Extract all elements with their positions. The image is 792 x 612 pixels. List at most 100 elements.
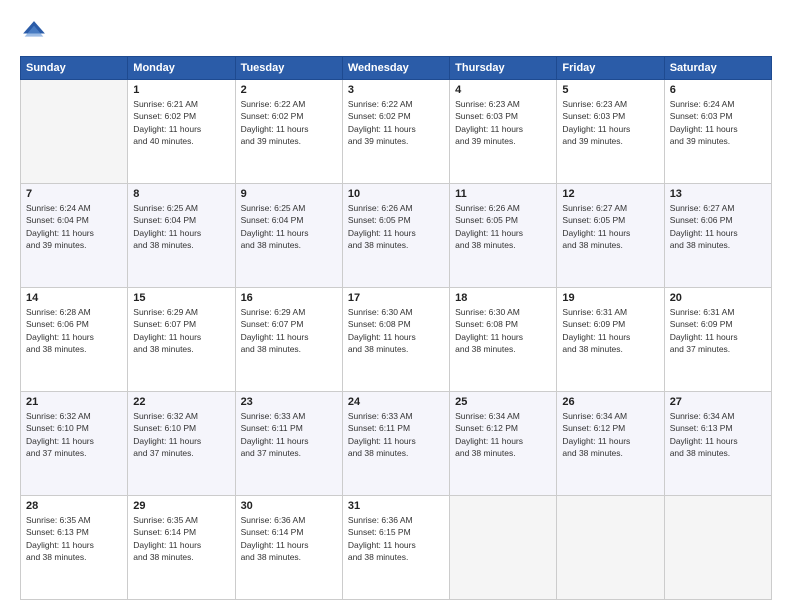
cell-date: 3 <box>348 84 444 96</box>
cell-info: Sunrise: 6:23 AM Sunset: 6:03 PM Dayligh… <box>562 98 658 147</box>
weekday-header: Thursday <box>450 57 557 80</box>
cell-info: Sunrise: 6:29 AM Sunset: 6:07 PM Dayligh… <box>241 306 337 355</box>
cell-date: 2 <box>241 84 337 96</box>
calendar-cell: 3Sunrise: 6:22 AM Sunset: 6:02 PM Daylig… <box>342 80 449 184</box>
cell-date: 25 <box>455 396 551 408</box>
calendar-cell: 28Sunrise: 6:35 AM Sunset: 6:13 PM Dayli… <box>21 496 128 600</box>
calendar-cell: 31 Sunrise: 6:36 AM Sunset: 6:15 PM Dayli… <box>342 496 449 600</box>
cell-info: Sunrise: 6:26 AM Sunset: 6:05 PM Dayligh… <box>455 202 551 251</box>
cell-info: Sunrise: 6:22 AM Sunset: 6:02 PM Dayligh… <box>241 98 337 147</box>
weekday-header: Wednesday <box>342 57 449 80</box>
cell-date: 9 <box>241 188 337 200</box>
calendar-cell: 23Sunrise: 6:33 AM Sunset: 6:11 PM Dayli… <box>235 392 342 496</box>
calendar-cell: 9Sunrise: 6:25 AM Sunset: 6:04 PM Daylig… <box>235 184 342 288</box>
calendar-cell: 30 Sunrise: 6:36 AM Sunset: 6:14 PM Dayli… <box>235 496 342 600</box>
header <box>20 18 772 46</box>
calendar-cell: 14 Sunrise: 6:28 AM Sunset: 6:06 PM Dayli… <box>21 288 128 392</box>
calendar-cell: 18 Sunrise: 6:30 AM Sunset: 6:08 PM Dayli… <box>450 288 557 392</box>
page: SundayMondayTuesdayWednesdayThursdayFrid… <box>0 0 792 612</box>
cell-date: 5 <box>562 84 658 96</box>
calendar-cell: 15 Sunrise: 6:29 AM Sunset: 6:07 PM Dayli… <box>128 288 235 392</box>
cell-date: 19 <box>562 292 658 304</box>
cell-info: Sunrise: 6:25 AM Sunset: 6:04 PM Dayligh… <box>133 202 229 251</box>
cell-date: 28 <box>26 500 122 512</box>
cell-date: 8 <box>133 188 229 200</box>
calendar-week-row: 28Sunrise: 6:35 AM Sunset: 6:13 PM Dayli… <box>21 496 772 600</box>
cell-date: 17 <box>348 292 444 304</box>
calendar-cell: 24 Sunrise: 6:33 AM Sunset: 6:11 PM Dayli… <box>342 392 449 496</box>
cell-date: 7 <box>26 188 122 200</box>
calendar: SundayMondayTuesdayWednesdayThursdayFrid… <box>20 56 772 600</box>
cell-info: Sunrise: 6:33 AM Sunset: 6:11 PM Dayligh… <box>348 410 444 459</box>
cell-info: Sunrise: 6:36 AM Sunset: 6:14 PM Dayligh… <box>241 514 337 563</box>
calendar-cell: 21 Sunrise: 6:32 AM Sunset: 6:10 PM Dayli… <box>21 392 128 496</box>
calendar-cell: 11Sunrise: 6:26 AM Sunset: 6:05 PM Dayli… <box>450 184 557 288</box>
cell-info: Sunrise: 6:30 AM Sunset: 6:08 PM Dayligh… <box>455 306 551 355</box>
cell-date: 20 <box>670 292 766 304</box>
calendar-cell <box>557 496 664 600</box>
cell-info: Sunrise: 6:34 AM Sunset: 6:12 PM Dayligh… <box>562 410 658 459</box>
cell-date: 12 <box>562 188 658 200</box>
calendar-cell: 13 Sunrise: 6:27 AM Sunset: 6:06 PM Dayli… <box>664 184 771 288</box>
weekday-header: Friday <box>557 57 664 80</box>
calendar-cell: 5 Sunrise: 6:23 AM Sunset: 6:03 PM Daylig… <box>557 80 664 184</box>
calendar-cell: 27 Sunrise: 6:34 AM Sunset: 6:13 PM Dayli… <box>664 392 771 496</box>
cell-date: 31 <box>348 500 444 512</box>
calendar-cell: 8 Sunrise: 6:25 AM Sunset: 6:04 PM Daylig… <box>128 184 235 288</box>
cell-info: Sunrise: 6:31 AM Sunset: 6:09 PM Dayligh… <box>562 306 658 355</box>
cell-date: 15 <box>133 292 229 304</box>
cell-date: 21 <box>26 396 122 408</box>
logo <box>20 18 52 46</box>
cell-info: Sunrise: 6:35 AM Sunset: 6:14 PM Dayligh… <box>133 514 229 563</box>
cell-date: 14 <box>26 292 122 304</box>
cell-date: 13 <box>670 188 766 200</box>
cell-info: Sunrise: 6:24 AM Sunset: 6:04 PM Dayligh… <box>26 202 122 251</box>
calendar-cell: 4 Sunrise: 6:23 AM Sunset: 6:03 PM Daylig… <box>450 80 557 184</box>
cell-date: 22 <box>133 396 229 408</box>
cell-date: 24 <box>348 396 444 408</box>
calendar-cell <box>21 80 128 184</box>
cell-info: Sunrise: 6:28 AM Sunset: 6:06 PM Dayligh… <box>26 306 122 355</box>
cell-date: 10 <box>348 188 444 200</box>
calendar-cell: 19 Sunrise: 6:31 AM Sunset: 6:09 PM Dayli… <box>557 288 664 392</box>
calendar-week-row: 1Sunrise: 6:21 AM Sunset: 6:02 PM Daylig… <box>21 80 772 184</box>
cell-info: Sunrise: 6:27 AM Sunset: 6:06 PM Dayligh… <box>670 202 766 251</box>
cell-info: Sunrise: 6:23 AM Sunset: 6:03 PM Dayligh… <box>455 98 551 147</box>
calendar-cell: 25 Sunrise: 6:34 AM Sunset: 6:12 PM Dayli… <box>450 392 557 496</box>
calendar-cell: 26 Sunrise: 6:34 AM Sunset: 6:12 PM Dayli… <box>557 392 664 496</box>
weekday-header: Saturday <box>664 57 771 80</box>
cell-date: 29 <box>133 500 229 512</box>
cell-date: 18 <box>455 292 551 304</box>
cell-info: Sunrise: 6:29 AM Sunset: 6:07 PM Dayligh… <box>133 306 229 355</box>
weekday-header: Tuesday <box>235 57 342 80</box>
weekday-header: Monday <box>128 57 235 80</box>
cell-info: Sunrise: 6:32 AM Sunset: 6:10 PM Dayligh… <box>133 410 229 459</box>
cell-info: Sunrise: 6:33 AM Sunset: 6:11 PM Dayligh… <box>241 410 337 459</box>
calendar-week-row: 21 Sunrise: 6:32 AM Sunset: 6:10 PM Dayli… <box>21 392 772 496</box>
calendar-cell: 29 Sunrise: 6:35 AM Sunset: 6:14 PM Dayli… <box>128 496 235 600</box>
cell-date: 4 <box>455 84 551 96</box>
cell-info: Sunrise: 6:34 AM Sunset: 6:12 PM Dayligh… <box>455 410 551 459</box>
calendar-cell: 17 Sunrise: 6:30 AM Sunset: 6:08 PM Dayli… <box>342 288 449 392</box>
cell-date: 27 <box>670 396 766 408</box>
cell-info: Sunrise: 6:36 AM Sunset: 6:15 PM Dayligh… <box>348 514 444 563</box>
calendar-week-row: 7 Sunrise: 6:24 AM Sunset: 6:04 PM Daylig… <box>21 184 772 288</box>
calendar-cell: 2 Sunrise: 6:22 AM Sunset: 6:02 PM Daylig… <box>235 80 342 184</box>
cell-info: Sunrise: 6:21 AM Sunset: 6:02 PM Dayligh… <box>133 98 229 147</box>
calendar-cell: 12 Sunrise: 6:27 AM Sunset: 6:05 PM Dayli… <box>557 184 664 288</box>
cell-date: 26 <box>562 396 658 408</box>
calendar-cell: 16 Sunrise: 6:29 AM Sunset: 6:07 PM Dayli… <box>235 288 342 392</box>
calendar-cell: 6Sunrise: 6:24 AM Sunset: 6:03 PM Daylig… <box>664 80 771 184</box>
weekday-header: Sunday <box>21 57 128 80</box>
calendar-cell <box>450 496 557 600</box>
calendar-cell: 22 Sunrise: 6:32 AM Sunset: 6:10 PM Dayli… <box>128 392 235 496</box>
cell-date: 16 <box>241 292 337 304</box>
cell-info: Sunrise: 6:30 AM Sunset: 6:08 PM Dayligh… <box>348 306 444 355</box>
cell-info: Sunrise: 6:34 AM Sunset: 6:13 PM Dayligh… <box>670 410 766 459</box>
logo-icon <box>20 18 48 46</box>
cell-info: Sunrise: 6:27 AM Sunset: 6:05 PM Dayligh… <box>562 202 658 251</box>
cell-date: 30 <box>241 500 337 512</box>
calendar-cell: 1Sunrise: 6:21 AM Sunset: 6:02 PM Daylig… <box>128 80 235 184</box>
cell-info: Sunrise: 6:32 AM Sunset: 6:10 PM Dayligh… <box>26 410 122 459</box>
calendar-cell: 10Sunrise: 6:26 AM Sunset: 6:05 PM Dayli… <box>342 184 449 288</box>
